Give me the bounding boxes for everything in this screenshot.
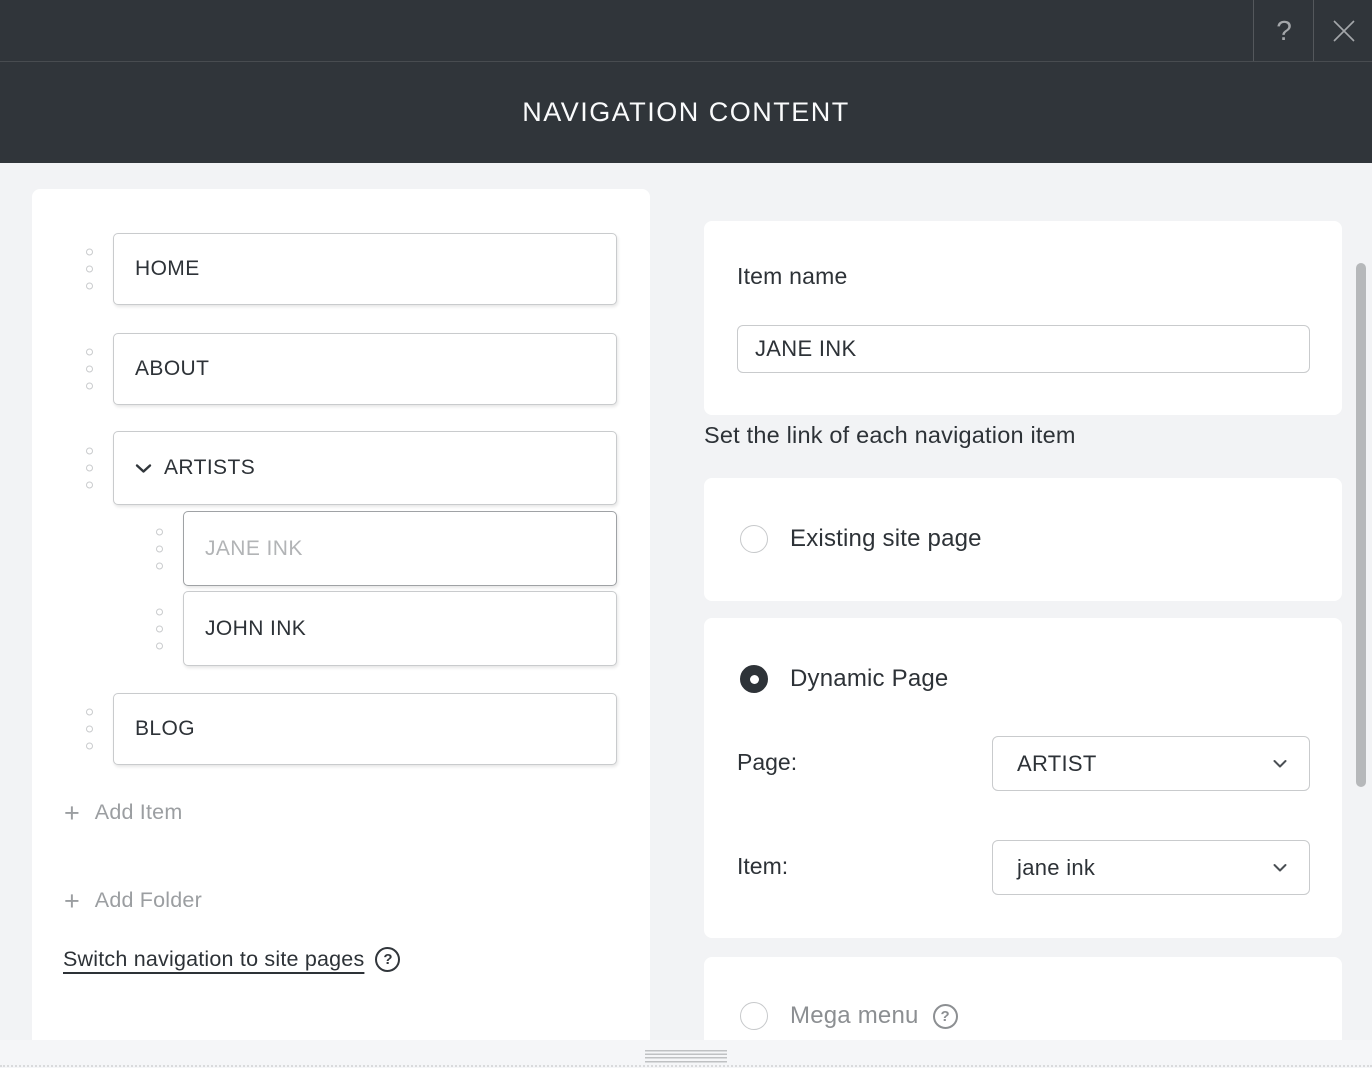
bottom-resize-strip [0,1040,1372,1068]
drag-handle-icon[interactable] [86,443,93,494]
add-item-button[interactable]: + Add Item [64,797,183,828]
add-folder-button[interactable]: + Add Folder [64,885,202,916]
item-name-label: Item name [737,263,848,289]
dialog-header: NAVIGATION CONTENT [0,62,1372,163]
plus-icon: + [64,885,80,916]
nav-item-artists: ARTISTS [86,431,617,505]
nav-item-home-box[interactable]: HOME [113,233,617,305]
nav-item-home: HOME [86,233,617,305]
page-select[interactable]: ARTIST [992,736,1310,791]
page-select-value: ARTIST [1017,750,1097,776]
existing-site-page-option[interactable]: Existing site page [740,525,982,553]
switch-navigation-link-row: Switch navigation to site pages ? [63,947,401,972]
dynamic-page-option[interactable]: Dynamic Page [740,665,948,693]
close-button[interactable] [1313,0,1372,61]
existing-site-page-card: Existing site page [704,478,1342,601]
drag-handle-icon[interactable] [156,523,163,574]
question-glyph: ? [940,1007,950,1025]
nav-item-label: JOHN INK [205,616,307,640]
resize-grip-icon[interactable] [645,1050,727,1063]
nav-item-blog: BLOG [86,693,617,765]
radio-selected-icon[interactable] [740,665,768,693]
nav-item-label: ARTISTS [164,456,256,479]
drag-handle-icon[interactable] [86,344,93,395]
nav-item-label: ABOUT [135,357,210,380]
item-select-value: jane ink [1017,854,1096,880]
mega-menu-option[interactable]: Mega menu ? [740,1002,958,1030]
item-label: Item: [737,853,789,879]
chevron-down-icon[interactable] [135,463,152,474]
chevron-down-icon [1273,863,1287,872]
dotted-divider [0,1065,1372,1067]
drag-handle-icon[interactable] [86,704,93,755]
nav-item-label: HOME [135,257,200,280]
radio-unselected-icon[interactable] [740,1002,768,1030]
add-item-label: Add Item [94,800,183,824]
nav-item-john-ink-box[interactable]: JOHN INK [183,591,617,666]
help-icon: ? [1276,14,1292,46]
mega-menu-card: Mega menu ? [704,957,1342,1040]
dialog-title: NAVIGATION CONTENT [522,97,850,127]
plus-icon: + [64,797,80,828]
switch-navigation-link[interactable]: Switch navigation to site pages [63,947,364,972]
drag-handle-icon[interactable] [86,244,93,295]
existing-site-page-label: Existing site page [790,525,982,552]
nav-item-blog-box[interactable]: BLOG [113,693,617,765]
help-button[interactable]: ? [1253,0,1314,61]
nav-item-label: BLOG [135,717,195,740]
chevron-down-icon [1273,759,1287,768]
radio-unselected-icon[interactable] [740,525,768,553]
nav-item-about: ABOUT [86,333,617,405]
mega-menu-label: Mega menu [790,1002,919,1029]
dynamic-page-card: Dynamic Page Page: ARTIST Item: jane ink [704,618,1342,938]
nav-item-label: JANE INK [205,536,303,560]
question-circle-icon[interactable]: ? [932,1003,958,1029]
close-icon [1331,18,1357,44]
item-name-input[interactable] [737,325,1310,373]
dynamic-page-label: Dynamic Page [790,665,949,692]
drag-handle-icon[interactable] [156,603,163,654]
item-name-card: Item name [704,221,1342,415]
titlebar: ? [0,0,1372,62]
question-glyph: ? [383,951,393,968]
navigation-content-dialog: ? NAVIGATION CONTENT HOME ABOUT ARTISTS … [0,0,1372,1068]
nav-item-about-box[interactable]: ABOUT [113,333,617,405]
item-select[interactable]: jane ink [992,840,1310,895]
nav-item-jane-ink-box[interactable]: JANE INK [183,511,617,586]
page-label: Page: [737,749,798,775]
vertical-scrollbar-thumb[interactable] [1356,263,1366,787]
dialog-content: HOME ABOUT ARTISTS JANE INK JOHN INK BLO… [0,163,1372,1040]
nav-item-artists-box[interactable]: ARTISTS [113,431,617,505]
link-caption: Set the link of each navigation item [704,422,1076,448]
nav-item-jane-ink: JANE INK [156,511,617,586]
nav-item-john-ink: JOHN INK [156,591,617,666]
question-circle-icon[interactable]: ? [375,947,401,972]
add-folder-label: Add Folder [94,888,202,912]
